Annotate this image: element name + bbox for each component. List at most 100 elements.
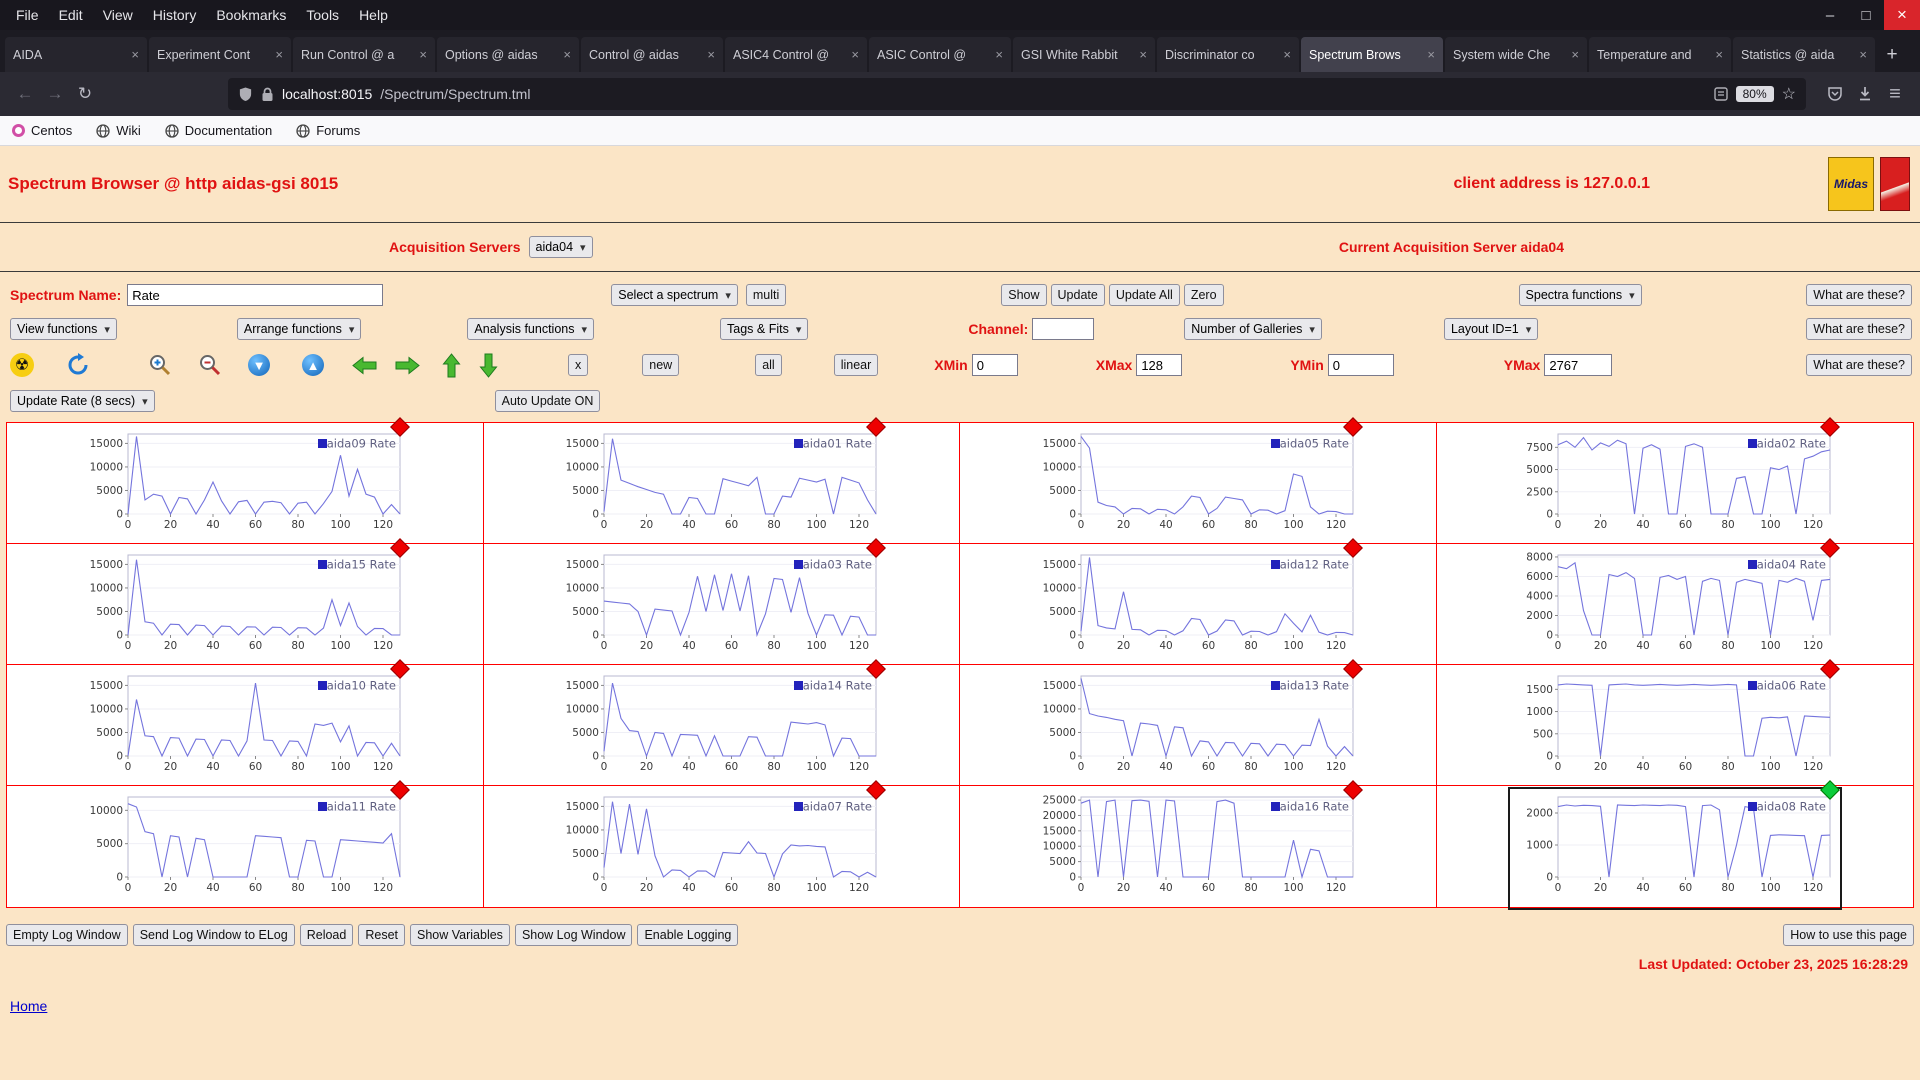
radiation-icon[interactable]: ☢ [10,353,34,377]
select-spectrum-dropdown[interactable]: Select a spectrum [611,284,738,306]
tab-control-aidas[interactable]: Control @ aidas× [581,37,723,72]
tab-run-control-a[interactable]: Run Control @ a× [293,37,435,72]
spectrum-chart-aida16[interactable]: 0500010000150002000025000020406080100120… [1033,789,1363,908]
tab-close-icon[interactable]: × [275,47,283,62]
spectrum-chart-aida02[interactable]: 0250050007500020406080100120aida02 Rate [1510,426,1840,545]
ymax-input[interactable] [1544,354,1612,376]
what-are-these-button[interactable]: What are these? [1806,354,1912,376]
what-are-these-button[interactable]: What are these? [1806,284,1912,306]
spectrum-chart-aida13[interactable]: 050001000015000020406080100120aida13 Rat… [1033,668,1363,787]
reload-button[interactable]: Reload [300,924,354,946]
arrow-up-icon[interactable] [442,353,461,378]
arrow-down-icon[interactable] [479,353,498,378]
channel-input[interactable] [1032,318,1094,340]
gallery-cell-aida07[interactable]: 050001000015000020406080100120aida07 Rat… [484,786,961,907]
maximize-button[interactable]: □ [1848,0,1884,30]
spectrum-name-input[interactable] [127,284,383,306]
empty-log-window-button[interactable]: Empty Log Window [6,924,128,946]
gallery-cell-aida16[interactable]: 0500010000150002000025000020406080100120… [960,786,1437,907]
show-variables-button[interactable]: Show Variables [410,924,510,946]
shield-icon[interactable] [238,86,253,102]
tab-statistics-aida[interactable]: Statistics @ aida× [1733,37,1875,72]
tab-close-icon[interactable]: × [1715,47,1723,62]
tab-close-icon[interactable]: × [1139,47,1147,62]
spectrum-chart-aida14[interactable]: 050001000015000020406080100120aida14 Rat… [556,668,886,787]
show-log-window-button[interactable]: Show Log Window [515,924,633,946]
minimize-button[interactable]: – [1812,0,1848,30]
how-to-use-button[interactable]: How to use this page [1783,924,1914,946]
refresh-icon[interactable] [66,353,90,377]
scroll-up-icon[interactable]: ▲ [302,354,324,376]
gallery-cell-aida03[interactable]: 050001000015000020406080100120aida03 Rat… [484,544,961,665]
gallery-cell-aida01[interactable]: 050001000015000020406080100120aida01 Rat… [484,423,961,544]
enable-logging-button[interactable]: Enable Logging [637,924,738,946]
arrow-left-icon[interactable] [352,356,377,375]
update-all-button[interactable]: Update All [1109,284,1180,306]
bookmark-documentation[interactable]: Documentation [165,123,272,138]
zoom-level-badge[interactable]: 80% [1736,86,1774,102]
tab-aida[interactable]: AIDA× [5,37,147,72]
menu-file[interactable]: File [6,7,49,23]
gallery-cell-aida10[interactable]: 050001000015000020406080100120aida10 Rat… [7,665,484,786]
spectrum-chart-aida07[interactable]: 050001000015000020406080100120aida07 Rat… [556,789,886,908]
menu-view[interactable]: View [93,7,143,23]
reset-button[interactable]: Reset [358,924,405,946]
gallery-cell-aida02[interactable]: 0250050007500020406080100120aida02 Rate [1437,423,1914,544]
all-button[interactable]: all [755,354,782,376]
spectrum-chart-aida09[interactable]: 050001000015000020406080100120aida09 Rat… [80,426,410,545]
gallery-cell-aida15[interactable]: 050001000015000020406080100120aida15 Rat… [7,544,484,665]
tags-fits-dropdown[interactable]: Tags & Fits [720,318,808,340]
tab-close-icon[interactable]: × [563,47,571,62]
zero-button[interactable]: Zero [1184,284,1224,306]
url-bar[interactable]: localhost:8015/Spectrum/Spectrum.tml 80%… [228,78,1806,110]
reload-button[interactable]: ↻ [70,79,100,109]
lock-icon[interactable] [261,87,274,102]
xmax-input[interactable] [1136,354,1182,376]
scroll-down-icon[interactable]: ▼ [248,354,270,376]
menu-tools[interactable]: Tools [296,7,349,23]
bookmark-star-icon[interactable]: ☆ [1782,84,1796,104]
spectrum-chart-aida04[interactable]: 02000400060008000020406080100120aida04 R… [1510,547,1840,666]
spectrum-chart-aida11[interactable]: 0500010000020406080100120aida11 Rate [80,789,410,908]
menu-history[interactable]: History [143,7,207,23]
tab-spectrum-brows[interactable]: Spectrum Brows× [1301,37,1443,72]
tab-close-icon[interactable]: × [1427,47,1435,62]
tab-close-icon[interactable]: × [995,47,1003,62]
tab-close-icon[interactable]: × [131,47,139,62]
multi-button[interactable]: multi [746,284,786,306]
midas-logo[interactable]: Midas [1828,157,1874,211]
close-button[interactable]: × [1884,0,1920,30]
send-log-window-to-elog-button[interactable]: Send Log Window to ELog [133,924,295,946]
spectrum-chart-aida06[interactable]: 050010001500020406080100120aida06 Rate [1510,668,1840,787]
forward-button[interactable]: → [40,79,70,109]
gallery-cell-aida14[interactable]: 050001000015000020406080100120aida14 Rat… [484,665,961,786]
spectrum-chart-aida08[interactable]: 010002000020406080100120aida08 Rate [1510,789,1840,908]
menu-button[interactable]: ≡ [1880,79,1910,109]
tab-gsi-white-rabbit[interactable]: GSI White Rabbit× [1013,37,1155,72]
tab-close-icon[interactable]: × [1859,47,1867,62]
zoom-out-icon[interactable] [198,353,222,377]
gallery-cell-aida05[interactable]: 050001000015000020406080100120aida05 Rat… [960,423,1437,544]
xmin-input[interactable] [972,354,1018,376]
tab-close-icon[interactable]: × [1571,47,1579,62]
tab-experiment-cont[interactable]: Experiment Cont× [149,37,291,72]
what-are-these-button[interactable]: What are these? [1806,318,1912,340]
acquisition-server-select[interactable]: aida04 [529,236,593,258]
tab-asic4-control-[interactable]: ASIC4 Control @× [725,37,867,72]
spectrum-chart-aida03[interactable]: 050001000015000020406080100120aida03 Rat… [556,547,886,666]
x-button[interactable]: x [568,354,588,376]
new-button[interactable]: new [642,354,679,376]
analysis-functions-dropdown[interactable]: Analysis functions [467,318,594,340]
gallery-cell-aida08[interactable]: 010002000020406080100120aida08 Rate [1437,786,1914,907]
tab-close-icon[interactable]: × [419,47,427,62]
menu-help[interactable]: Help [349,7,398,23]
tab-asic-control-[interactable]: ASIC Control @× [869,37,1011,72]
ymin-input[interactable] [1328,354,1394,376]
tab-system-wide-che[interactable]: System wide Che× [1445,37,1587,72]
tab-close-icon[interactable]: × [1283,47,1291,62]
spectra-functions-dropdown[interactable]: Spectra functions [1519,284,1642,306]
fair-logo[interactable] [1880,157,1910,211]
gallery-cell-aida06[interactable]: 050010001500020406080100120aida06 Rate [1437,665,1914,786]
bookmark-centos[interactable]: Centos [12,123,72,138]
zoom-in-icon[interactable] [148,353,172,377]
